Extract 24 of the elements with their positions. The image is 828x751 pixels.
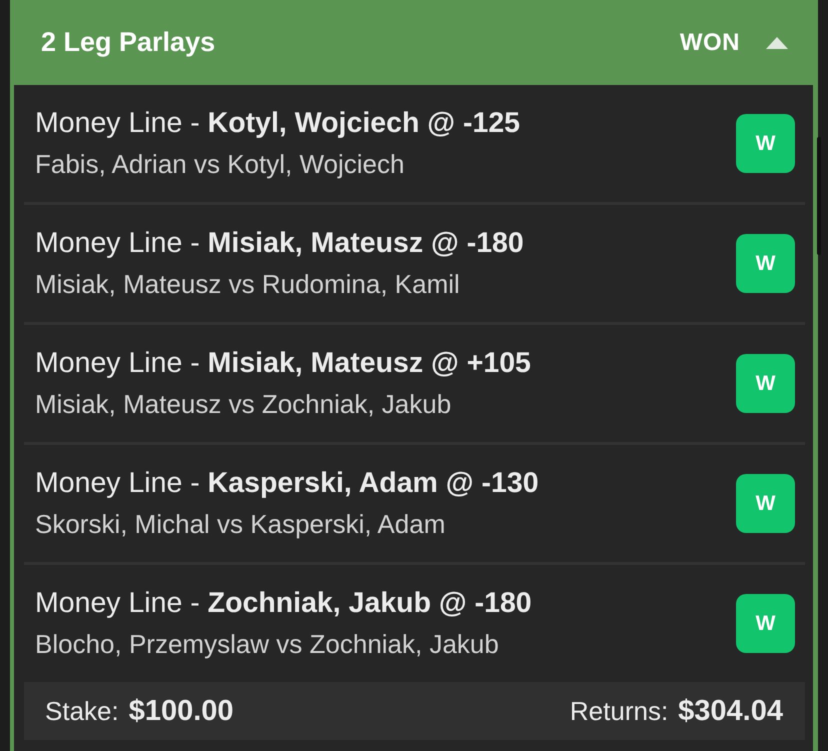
bet-pick: Money Line - Misiak, Mateusz @ +105 bbox=[35, 346, 532, 380]
matchup-text: Fabis, Adrian vs Kotyl, Wojciech bbox=[35, 150, 406, 180]
scrollbar-thumb[interactable] bbox=[817, 137, 821, 255]
returns-amount: $304.04 bbox=[678, 694, 783, 728]
bet-pick: Money Line - Misiak, Mateusz @ -180 bbox=[35, 226, 525, 260]
result-badge: W bbox=[736, 474, 795, 533]
result-badge: W bbox=[736, 594, 795, 653]
returns-label: Returns: bbox=[570, 696, 668, 726]
matchup-text: Blocho, Przemyslaw vs Zochniak, Jakub bbox=[35, 630, 500, 660]
result-badge: W bbox=[736, 114, 795, 173]
caret-icon[interactable] bbox=[766, 36, 788, 48]
bet-pick: Money Line - Kotyl, Wojciech @ -125 bbox=[35, 106, 522, 140]
result-badge: W bbox=[736, 354, 795, 413]
result-badge: W bbox=[736, 234, 795, 293]
bet-pick: Money Line - Kasperski, Adam @ -130 bbox=[35, 466, 540, 500]
card-title: 2 Leg Parlays bbox=[41, 27, 216, 58]
stake-amount: $100.00 bbox=[128, 694, 234, 728]
card-header[interactable]: 2 Leg Parlays WON bbox=[10, 0, 818, 85]
bet-pick: Money Line - Zochniak, Jakub @ -180 bbox=[35, 586, 533, 620]
stake-label: Stake: bbox=[45, 696, 119, 726]
matchup-text: Misiak, Mateusz vs Rudomina, Kamil bbox=[35, 270, 461, 300]
matchup-text: Skorski, Michal vs Kasperski, Adam bbox=[35, 510, 446, 540]
matchup-text: Misiak, Mateusz vs Zochniak, Jakub bbox=[35, 390, 452, 420]
bet-status: WON bbox=[680, 28, 740, 56]
